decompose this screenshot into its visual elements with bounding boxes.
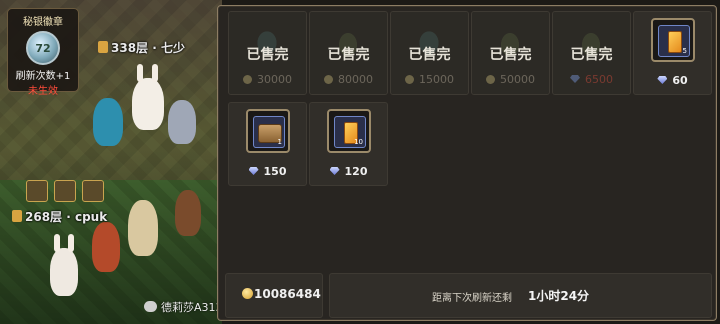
chat-text: 德莉莎A3131 bbox=[161, 301, 222, 314]
item-price: 30000 bbox=[229, 73, 306, 86]
gem-icon bbox=[248, 167, 259, 175]
item-price: 60 bbox=[634, 74, 711, 87]
armored-character[interactable] bbox=[168, 100, 196, 144]
sold-out-label: 已售完 bbox=[570, 47, 613, 63]
refresh-time: 1小时24分 bbox=[528, 289, 590, 303]
floor-icon bbox=[12, 210, 22, 222]
bag-button[interactable] bbox=[82, 180, 104, 202]
chat-message[interactable]: 德莉莎A3131 bbox=[144, 299, 222, 315]
map-button[interactable] bbox=[26, 180, 48, 202]
badge-icon-text: 72 bbox=[35, 41, 51, 55]
gold-balance: 10086484 bbox=[242, 287, 321, 301]
item-quantity: 1 bbox=[277, 138, 282, 146]
shop-item-ticket[interactable]: 10 120 bbox=[309, 102, 388, 186]
sold-out-label: 已售完 bbox=[408, 47, 451, 63]
item-price: 120 bbox=[310, 165, 387, 178]
price-value: 150 bbox=[263, 165, 287, 178]
badge-title: 秘银徽章 bbox=[23, 17, 63, 28]
shop-item-sold[interactable]: 已售完 30000 bbox=[228, 11, 307, 95]
gold-amount: 10086484 bbox=[254, 287, 321, 301]
price-value: 15000 bbox=[419, 73, 454, 86]
item-quantity: 10 bbox=[354, 138, 363, 146]
item-slot: 5 bbox=[658, 25, 690, 57]
price-value: 6500 bbox=[585, 73, 613, 86]
item-slot: 10 bbox=[334, 116, 366, 148]
winged-character[interactable] bbox=[128, 200, 158, 256]
item-frame: 5 bbox=[651, 18, 695, 62]
coin-icon bbox=[242, 288, 253, 299]
sold-out-label: 已售完 bbox=[327, 47, 370, 63]
refresh-label: 距离下次刷新还剩 bbox=[432, 293, 512, 304]
item-slot: 1 bbox=[253, 116, 285, 148]
blue-hair-character[interactable] bbox=[93, 98, 123, 146]
refresh-timer-box: 距离下次刷新还剩 1小时24分 bbox=[329, 273, 712, 318]
price-value: 30000 bbox=[257, 73, 292, 86]
gold-balance-box: 10086484 bbox=[225, 273, 323, 318]
floor-label: 268层 · cpuk bbox=[12, 208, 107, 225]
ticket-icon bbox=[668, 31, 682, 53]
item-price: 15000 bbox=[391, 73, 468, 86]
rabbit-character[interactable] bbox=[132, 64, 164, 130]
coin-icon bbox=[324, 75, 333, 84]
item-price: 150 bbox=[229, 165, 306, 178]
item-price: 80000 bbox=[310, 73, 387, 86]
floor-label-text: 268层 · cpuk bbox=[25, 210, 108, 224]
coin-icon bbox=[405, 75, 414, 84]
chat-bubble-icon bbox=[144, 301, 157, 312]
shop-item-ticket[interactable]: 5 60 bbox=[633, 11, 712, 95]
coin-icon bbox=[243, 75, 252, 84]
shop-item-chest[interactable]: 1 150 bbox=[228, 102, 307, 186]
brown-hair-character[interactable] bbox=[175, 190, 201, 236]
coin-icon bbox=[486, 75, 495, 84]
item-price: 50000 bbox=[472, 73, 549, 86]
sold-out-label: 已售完 bbox=[246, 47, 289, 63]
gem-icon bbox=[570, 75, 580, 83]
price-value: 120 bbox=[344, 165, 368, 178]
shop-item-sold[interactable]: 已售完 50000 bbox=[471, 11, 550, 95]
price-value: 50000 bbox=[500, 73, 535, 86]
star-button[interactable] bbox=[54, 180, 76, 202]
badge-refresh-bonus: 刷新次数+1 bbox=[15, 71, 71, 82]
mithril-badge-icon: 72 bbox=[26, 31, 60, 65]
item-frame: 1 bbox=[246, 109, 290, 153]
sold-out-label: 已售完 bbox=[489, 47, 532, 63]
rabbit-character-2[interactable] bbox=[50, 234, 78, 296]
mithril-badge-card[interactable]: 秘银徽章 72 刷新次数+1 未生效 bbox=[7, 8, 79, 97]
floor-label-text: 338层 · 七少 bbox=[111, 41, 185, 55]
shop-item-sold[interactable]: 已售完 6500 bbox=[552, 11, 631, 95]
price-value: 80000 bbox=[338, 73, 373, 86]
red-hair-character[interactable] bbox=[92, 222, 120, 272]
floor-label: 338层 · 七少 bbox=[98, 39, 185, 56]
game-scene[interactable]: 秘银徽章 72 刷新次数+1 未生效 338层 · 七少 268层 · cpuk… bbox=[0, 0, 222, 324]
price-value: 60 bbox=[672, 74, 688, 87]
item-quantity: 5 bbox=[682, 47, 687, 55]
shop-item-sold[interactable]: 已售完 80000 bbox=[309, 11, 388, 95]
gem-icon bbox=[657, 76, 668, 84]
gem-icon bbox=[329, 167, 340, 175]
item-frame: 10 bbox=[327, 109, 371, 153]
shop-item-sold[interactable]: 已售完 15000 bbox=[390, 11, 469, 95]
badge-status: 未生效 bbox=[28, 86, 58, 97]
floor-icon bbox=[98, 41, 108, 53]
item-price: 6500 bbox=[553, 73, 630, 86]
